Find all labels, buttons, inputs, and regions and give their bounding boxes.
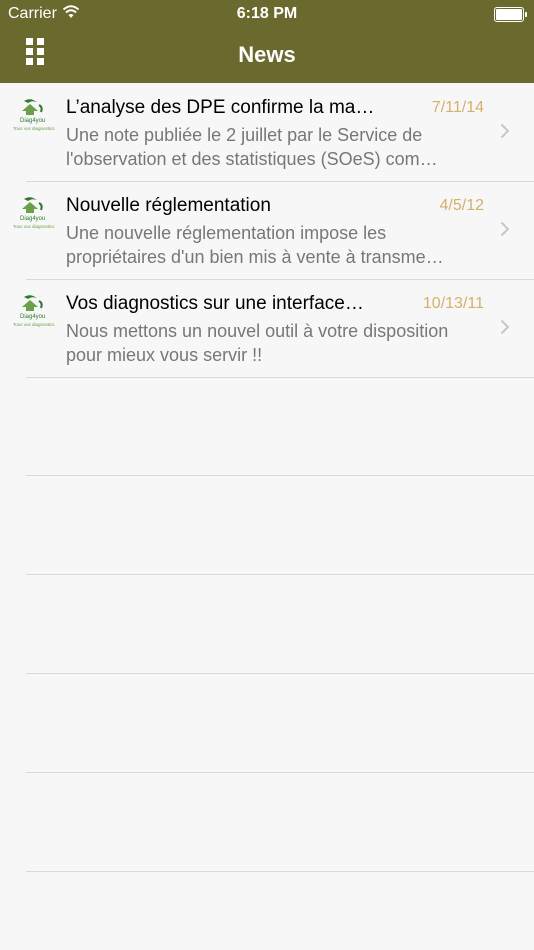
- news-item[interactable]: Diag4you Tous vos diagnostics Nouvelle r…: [0, 181, 534, 280]
- diag4you-logo: Diag4you Tous vos diagnostics: [10, 195, 56, 233]
- battery-icon: [494, 7, 527, 22]
- news-snippet: Une note publiée le 2 juillet par le Ser…: [66, 125, 438, 169]
- news-date: 7/11/14: [431, 99, 484, 116]
- chevron-right-icon: [500, 123, 510, 139]
- logo-brand: Diag4you: [20, 216, 46, 222]
- news-snippet: Nous mettons un nouvel outil à votre dis…: [66, 321, 449, 365]
- empty-row: [26, 773, 534, 872]
- news-title: Nouvelle réglementation: [66, 195, 271, 216]
- diag4you-logo: Diag4you Tous vos diagnostics: [10, 97, 56, 135]
- chevron-right-icon: [500, 319, 510, 335]
- news-title: Vos diagnostics sur une interface…: [66, 293, 364, 314]
- news-list: Diag4you Tous vos diagnostics L’analyse …: [0, 83, 534, 872]
- empty-row: [26, 476, 534, 575]
- status-bar: Carrier 6:18 PM: [0, 0, 534, 28]
- empty-row: [26, 377, 534, 476]
- news-item[interactable]: Diag4you Tous vos diagnostics Vos diagno…: [0, 279, 534, 378]
- news-snippet: Une nouvelle réglementation impose les p…: [66, 223, 444, 267]
- logo-tagline: Tous vos diagnostics: [13, 126, 55, 131]
- empty-row: [26, 674, 534, 773]
- news-title: L’analyse des DPE confirme la ma…: [66, 97, 375, 118]
- page-title: News: [238, 42, 296, 67]
- nav-bar: News: [0, 28, 534, 83]
- news-date: 4/5/12: [439, 197, 484, 214]
- empty-row: [26, 575, 534, 674]
- news-item[interactable]: Diag4you Tous vos diagnostics L’analyse …: [0, 83, 534, 182]
- top-bar: Carrier 6:18 PM News: [0, 0, 534, 83]
- logo-brand: Diag4you: [20, 314, 46, 320]
- news-date: 10/13/11: [422, 295, 484, 312]
- logo-tagline: Tous vos diagnostics: [13, 322, 55, 327]
- logo-tagline: Tous vos diagnostics: [13, 224, 55, 229]
- diag4you-logo: Diag4you Tous vos diagnostics: [10, 293, 56, 331]
- logo-brand: Diag4you: [20, 118, 46, 124]
- status-time: 6:18 PM: [236, 5, 298, 22]
- chevron-right-icon: [500, 221, 510, 237]
